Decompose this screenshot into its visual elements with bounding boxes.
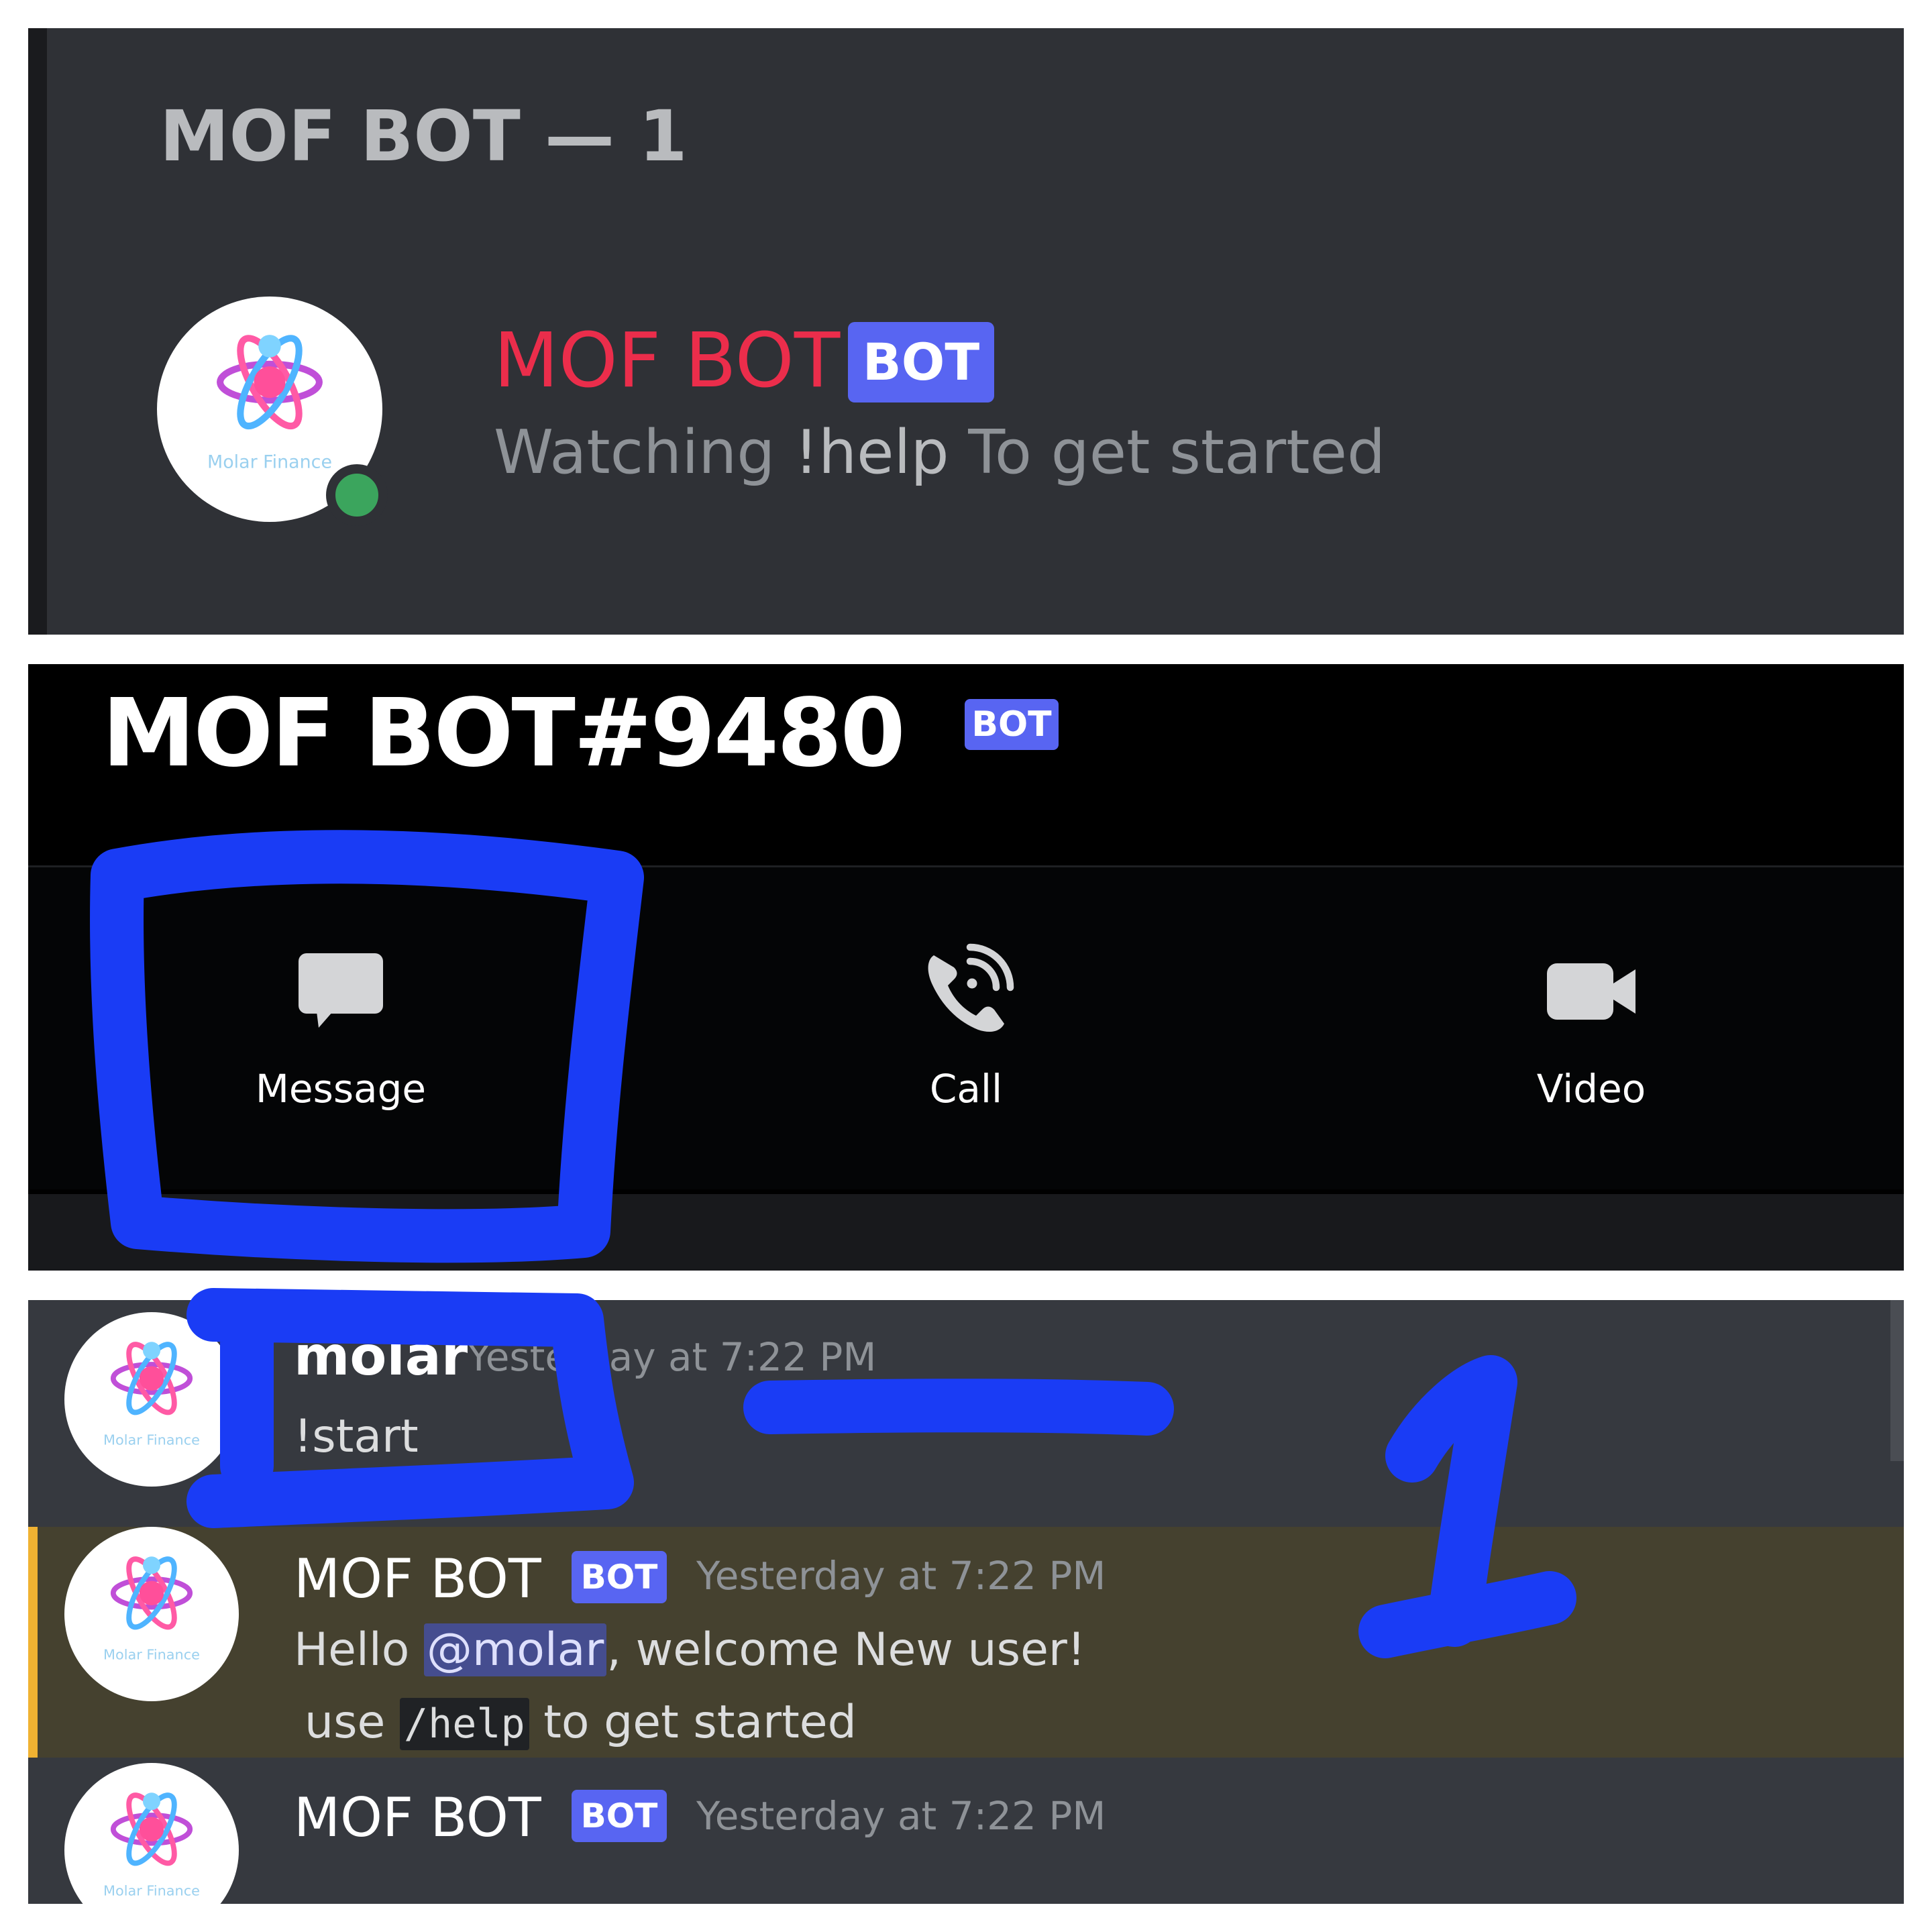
logo-wordmark: Molar Finance [103, 1647, 200, 1663]
message-timestamp: Yesterday at 7:22 PM [696, 1553, 1106, 1599]
profile-actions: Message Call Video [28, 867, 1904, 1189]
avatar[interactable]: Molar Finance [64, 1312, 239, 1487]
message-author[interactable]: MOF BOT [294, 1791, 541, 1845]
get-started-text: to get started [543, 1696, 857, 1749]
member-activity-status: Watching !help To get started [494, 423, 1385, 483]
member-list-panel: MOF BOT — 1 Molar Finance MOF BOT BOT Wa… [28, 28, 1904, 635]
message-button[interactable]: Message [28, 867, 653, 1189]
bot-badge: BOT [572, 1551, 667, 1603]
phone-icon [916, 941, 1016, 1042]
use-text: use [305, 1696, 386, 1749]
logo-wordmark: Molar Finance [207, 451, 332, 472]
mention-accent-bar [28, 1527, 38, 1758]
call-button[interactable]: Call [653, 867, 1279, 1189]
bot-badge: BOT [572, 1790, 667, 1842]
logo-wordmark: Molar Finance [103, 1432, 200, 1448]
avatar[interactable]: Molar Finance [64, 1527, 239, 1701]
molar-finance-logo-icon: Molar Finance [103, 1556, 200, 1663]
profile-username: MOF BOT#9480 [102, 679, 906, 788]
bot-badge: BOT [965, 699, 1059, 750]
message-timestamp: Yesterday at 7:22 PM [696, 1793, 1106, 1839]
chat-panel: Molar Finance molar Yesterday at 7:22 PM… [28, 1300, 1904, 1904]
chat-message: Molar Finance molar Yesterday at 7:22 PM… [28, 1300, 1904, 1528]
profile-panel: MOF BOT#9480 BOT Message Call Video [28, 664, 1904, 1271]
chat-message: Molar Finance MOF BOT BOT Yesterday at 7… [28, 1763, 1904, 1904]
members-group-header: MOF BOT — 1 [160, 95, 688, 177]
video-camera-icon [1541, 941, 1642, 1042]
inline-code: /help [400, 1698, 529, 1750]
molar-finance-logo-icon: Molar Finance [103, 1342, 200, 1448]
message-button-label: Message [255, 1066, 427, 1112]
sidebar-edge [28, 28, 47, 635]
molar-finance-logo-icon: Molar Finance [103, 1792, 200, 1899]
greeting-text: Hello [294, 1623, 410, 1676]
video-button-label: Video [1536, 1066, 1646, 1112]
message-content: !start [294, 1410, 419, 1463]
video-button[interactable]: Video [1279, 867, 1904, 1189]
call-button-label: Call [929, 1066, 1003, 1112]
logo-wordmark: Molar Finance [103, 1883, 200, 1899]
message-content-line-2: use /help to get started [305, 1698, 857, 1750]
bot-badge: BOT [848, 322, 994, 402]
avatar[interactable]: Molar Finance [64, 1763, 239, 1904]
message-icon [290, 941, 391, 1042]
chat-message-mentioned: Molar Finance MOF BOT BOT Yesterday at 7… [28, 1527, 1904, 1758]
profile-footer [28, 1194, 1904, 1271]
online-status-icon [326, 464, 388, 526]
user-mention[interactable]: @molar [423, 1623, 607, 1676]
annotation-label: 1 [0, 0, 1, 1]
status-command: !help [794, 417, 949, 488]
message-content-line-1: Hello @molar, welcome New user! [294, 1623, 1085, 1676]
status-prefix: Watching [494, 417, 775, 488]
message-timestamp: Yesterday at 7:22 PM [467, 1334, 877, 1380]
message-author[interactable]: MOF BOT [294, 1552, 541, 1606]
status-suffix: To get started [968, 417, 1386, 488]
message-author[interactable]: molar [294, 1330, 468, 1383]
member-name[interactable]: MOF BOT [494, 323, 840, 398]
welcome-text: , welcome New user! [606, 1623, 1086, 1676]
